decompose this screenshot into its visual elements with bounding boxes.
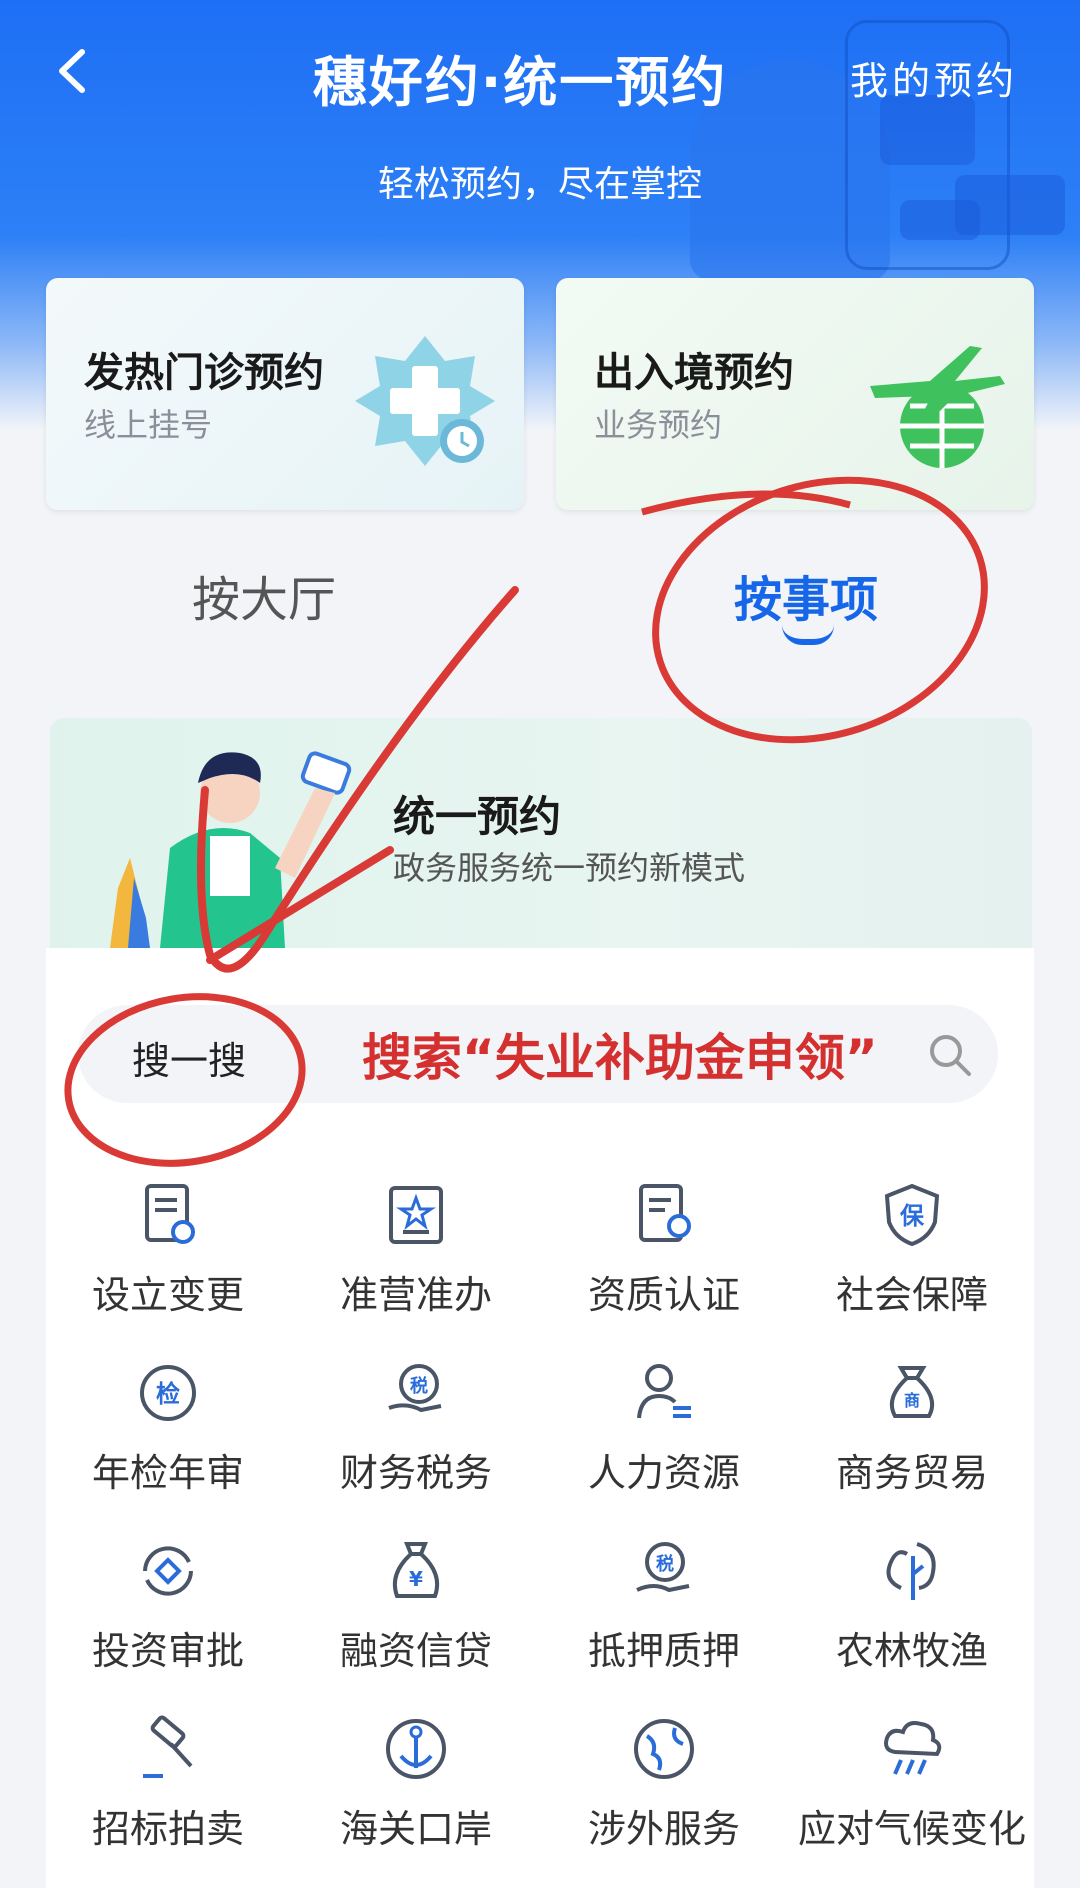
search-input[interactable]: 搜索“失业补助金申领” — [362, 1018, 878, 1090]
my-appointments-link[interactable]: 我的预约 — [850, 50, 1018, 105]
svg-text:保: 保 — [899, 1202, 925, 1230]
category-item[interactable]: 人力资源 — [544, 1358, 784, 1508]
card-title: 出入境预约 — [594, 350, 794, 396]
unified-appointment-banner[interactable]: 统一预约 政务服务统一预约新模式 — [50, 718, 1032, 948]
page-title: 穗好约·统一预约 — [312, 51, 728, 114]
category-label: 商务贸易 — [835, 1451, 988, 1495]
category-label: 财务税务 — [339, 1451, 492, 1495]
category-label: 年检年审 — [91, 1451, 244, 1495]
category-label: 农林牧渔 — [835, 1629, 988, 1673]
page-subtitle: 轻松预约，尽在掌控 — [377, 164, 702, 205]
card-subtitle: 线上挂号 — [84, 406, 213, 444]
star-certificate-icon — [389, 1186, 443, 1244]
investment-cycle-icon — [143, 1546, 193, 1596]
shield-bao-icon: 保 — [884, 1183, 940, 1247]
tax-mortgage-icon: 税 — [636, 1542, 690, 1593]
plane-globe-icon — [870, 346, 1005, 468]
category-item[interactable]: 应对气候变化 — [792, 1714, 1032, 1864]
category-item[interactable]: 资质认证 — [544, 1180, 784, 1330]
svg-text:商: 商 — [904, 1391, 920, 1410]
category-item[interactable]: 商 商务贸易 — [792, 1358, 1032, 1508]
deco-message — [900, 200, 980, 240]
category-item[interactable]: 税 抵押质押 — [544, 1536, 784, 1686]
svg-text:税: 税 — [410, 1375, 428, 1397]
banner-title: 统一预约 — [393, 792, 562, 841]
category-label: 海关口岸 — [339, 1807, 492, 1851]
deco-message — [880, 95, 975, 165]
category-item[interactable]: 招标拍卖 — [48, 1714, 288, 1864]
fever-clinic-card[interactable]: 发热门诊预约 线上挂号 — [46, 278, 524, 510]
inspection-icon: 检 — [140, 1365, 196, 1421]
document-refresh-icon — [145, 1184, 195, 1244]
tax-hand-icon: 税 — [388, 1364, 442, 1413]
category-label: 涉外服务 — [587, 1807, 740, 1851]
svg-text:税: 税 — [656, 1553, 674, 1575]
card-title: 发热门诊预约 — [84, 350, 324, 396]
person-with-phone-illustration — [110, 751, 352, 948]
money-bag-icon: ¥ — [392, 1542, 440, 1598]
category-item[interactable]: 涉外服务 — [544, 1714, 784, 1864]
category-label: 招标拍卖 — [91, 1807, 244, 1851]
category-label: 应对气候变化 — [797, 1807, 1026, 1851]
tree-icon — [886, 1542, 936, 1600]
category-item[interactable]: 农林牧渔 — [792, 1536, 1032, 1686]
category-item[interactable]: 准营准办 — [296, 1180, 536, 1330]
medical-cross-clock-icon — [355, 336, 495, 466]
tab-by-item[interactable]: 按事项 — [734, 560, 878, 630]
active-tab-indicator — [782, 625, 834, 645]
svg-text:检: 检 — [156, 1380, 180, 1408]
cloud-rain-icon — [884, 1721, 942, 1775]
person-list-icon — [637, 1364, 691, 1419]
anchor-icon — [386, 1719, 446, 1779]
category-item[interactable]: 海关口岸 — [296, 1714, 536, 1864]
banner-subtitle: 政务服务统一预约新模式 — [393, 849, 746, 887]
category-label: 社会保障 — [835, 1273, 988, 1317]
chevron-left-icon — [59, 49, 85, 93]
globe-icon — [634, 1719, 694, 1779]
tab-by-hall[interactable]: 按大厅 — [192, 560, 336, 630]
search-icon[interactable] — [925, 1030, 975, 1080]
back-button[interactable] — [52, 46, 102, 96]
category-item[interactable]: 税 财务税务 — [296, 1358, 536, 1508]
category-item[interactable]: 设立变更 — [48, 1180, 288, 1330]
category-item[interactable]: 保 社会保障 — [792, 1180, 1032, 1330]
exit-entry-card[interactable]: 出入境预约 业务预约 — [556, 278, 1034, 510]
category-label: 人力资源 — [587, 1451, 740, 1495]
category-label: 设立变更 — [91, 1273, 244, 1317]
commerce-bag-icon: 商 — [890, 1366, 934, 1418]
category-item[interactable]: ¥ 融资信贷 — [296, 1536, 536, 1686]
category-label: 准营准办 — [339, 1273, 492, 1317]
card-subtitle: 业务预约 — [594, 406, 723, 444]
category-item[interactable]: 检 年检年审 — [48, 1358, 288, 1508]
category-label: 资质认证 — [587, 1273, 740, 1317]
category-item[interactable]: 投资审批 — [48, 1536, 288, 1686]
category-label: 投资审批 — [91, 1629, 244, 1673]
category-label: 抵押质押 — [587, 1629, 740, 1673]
search-label: 搜一搜 — [132, 1039, 247, 1083]
gavel-icon — [143, 1715, 193, 1778]
svg-text:¥: ¥ — [409, 1567, 423, 1591]
certificate-badge-icon — [639, 1184, 691, 1242]
category-label: 融资信贷 — [339, 1629, 492, 1673]
